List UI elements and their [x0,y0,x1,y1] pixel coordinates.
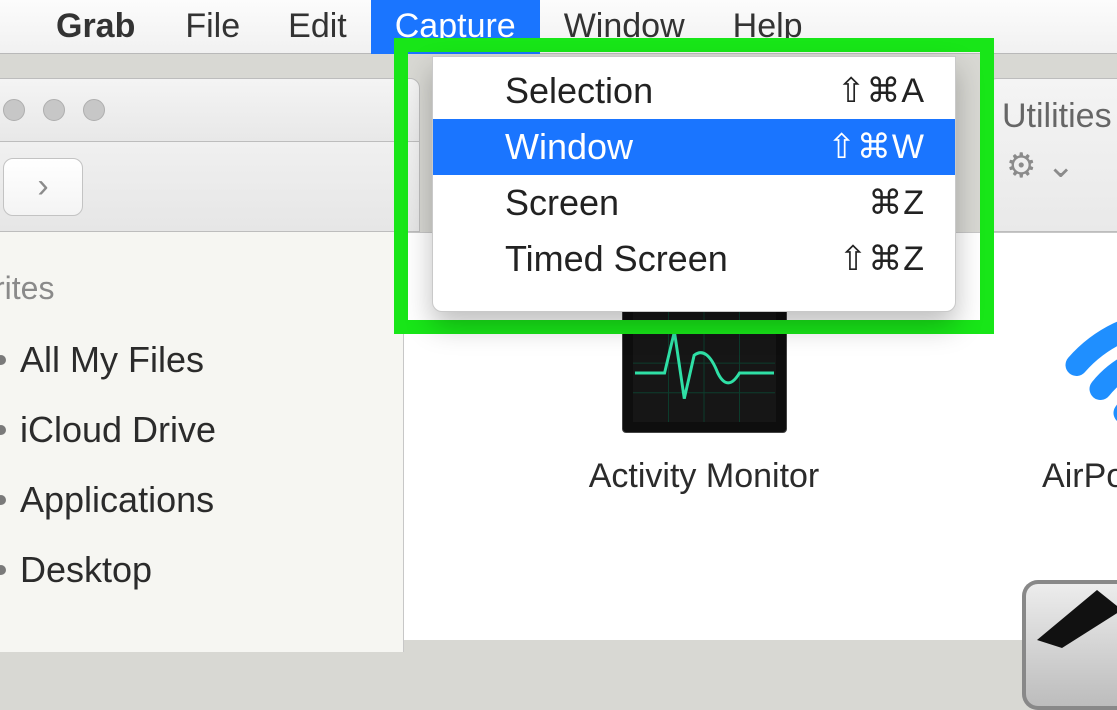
sidebar-item-applications[interactable]: Applications [0,465,403,535]
sidebar-item-label: Desktop [20,549,152,591]
chevron-down-icon[interactable]: ⌄ [1046,146,1075,186]
nav-forward-button[interactable]: › [3,158,83,216]
traffic-light-zoom[interactable] [83,99,105,121]
menu-item-label: Screen [505,182,619,224]
menu-item-window[interactable]: Window ⇧⌘W [433,119,955,175]
finder-titlebar [0,78,420,142]
app-item-label: AirPort [964,457,1117,496]
menu-item-label: Selection [505,70,653,112]
menu-item-timed-screen[interactable]: Timed Screen ⇧⌘Z [433,231,955,287]
capture-menu-dropdown: Selection ⇧⌘A Window ⇧⌘W Screen ⌘Z Timed… [432,56,956,312]
finder-window-title: Utilities [988,79,1117,146]
chevron-right-icon: › [37,167,48,206]
menu-item-selection[interactable]: Selection ⇧⌘A [433,63,955,119]
menubar-app-name[interactable]: Grab [36,0,161,54]
menubar-item-edit[interactable]: Edit [264,0,371,54]
app-item-label: Activity Monitor [544,457,864,496]
sidebar-bullet-icon [0,425,6,435]
sidebar-item-label: iCloud Drive [20,409,216,451]
sidebar-bullet-icon [0,565,6,575]
gear-icon[interactable]: ⚙ [1006,146,1036,186]
sidebar-bullet-icon [0,355,6,365]
menu-item-shortcut: ⇧⌘Z [839,239,925,279]
sidebar-item-icloud-drive[interactable]: iCloud Drive [0,395,403,465]
sidebar-item-label: All My Files [20,339,204,381]
sidebar-item-desktop[interactable]: Desktop [0,535,403,605]
menu-item-label: Window [505,126,633,168]
finder-sidebar: rites All My Files iCloud Drive Applicat… [0,232,404,652]
sidebar-bullet-icon [0,495,6,505]
menu-item-shortcut: ⇧⌘A [837,71,925,111]
sidebar-item-all-my-files[interactable]: All My Files [0,325,403,395]
traffic-light-close[interactable] [3,99,25,121]
sidebar-heading-favorites: rites [0,270,403,325]
sidebar-item-label: Applications [20,479,214,521]
menu-item-shortcut: ⌘Z [868,183,925,223]
airport-utility-icon [1012,293,1117,433]
finder-titlebar-right: Utilities ⚙ ⌄ [987,78,1117,232]
menubar-item-file[interactable]: File [161,0,264,54]
highlight-annotation: Selection ⇧⌘A Window ⇧⌘W Screen ⌘Z Timed… [394,38,994,334]
menu-item-shortcut: ⇧⌘W [827,127,925,167]
finder-toolbar: › [0,142,420,232]
menu-item-screen[interactable]: Screen ⌘Z [433,175,955,231]
menu-item-label: Timed Screen [505,238,728,280]
traffic-light-minimize[interactable] [43,99,65,121]
